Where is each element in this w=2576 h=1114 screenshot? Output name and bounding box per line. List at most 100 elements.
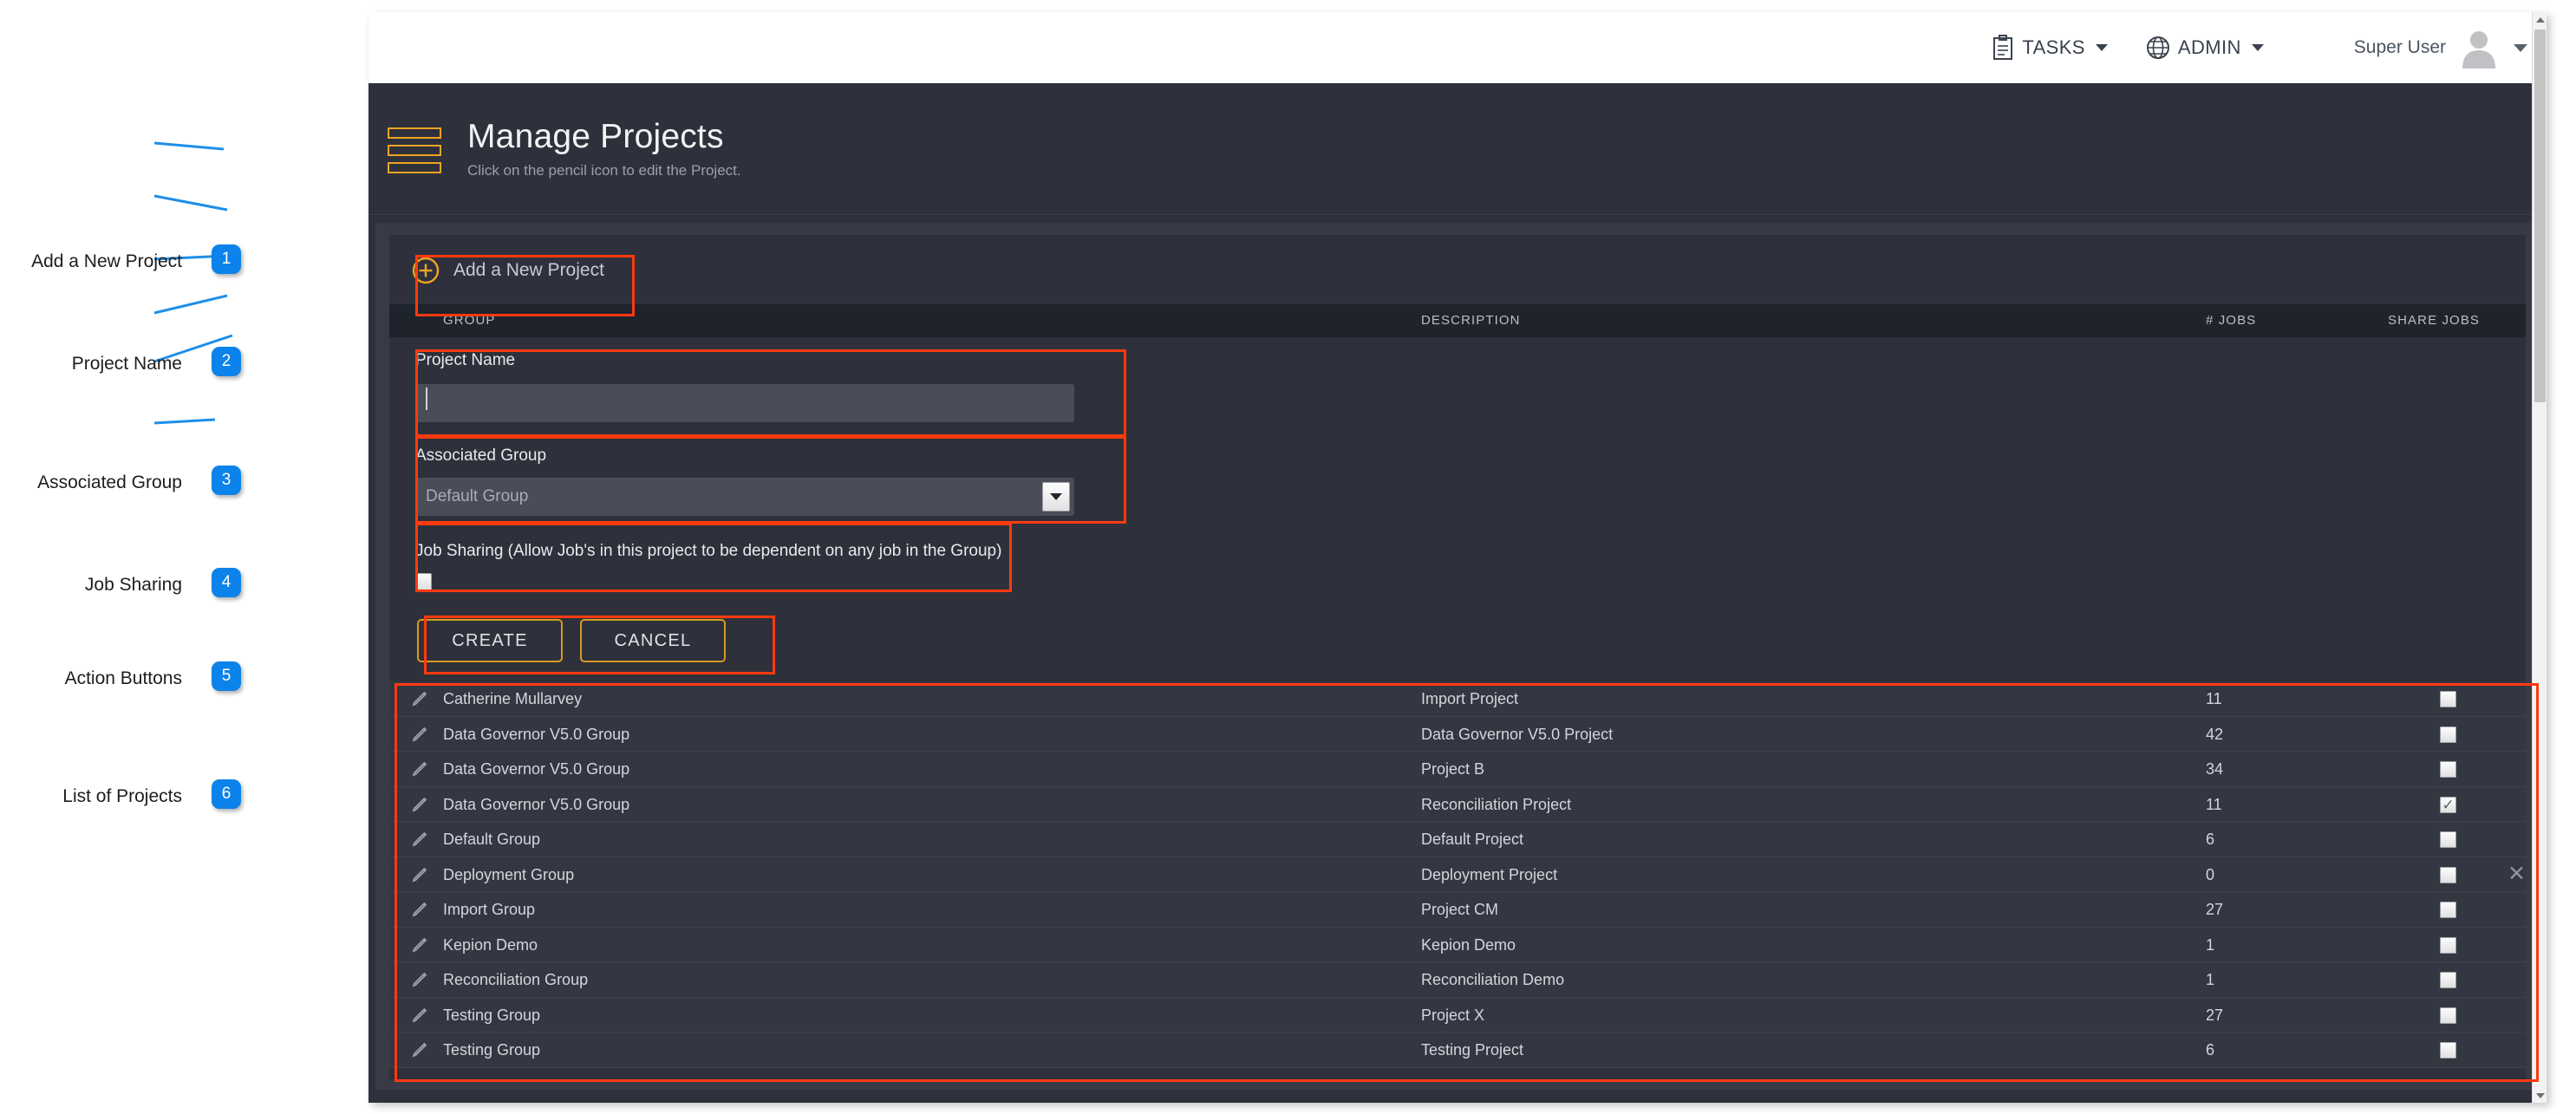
projects-panel: Add a New Project GROUP DESCRIPTION # JO… <box>389 235 2526 1079</box>
table-row[interactable]: Reconciliation Group Reconciliation Demo 1 <box>389 962 2526 998</box>
vertical-scrollbar[interactable] <box>2532 12 2547 1103</box>
share-jobs-checkbox[interactable] <box>2440 1042 2456 1059</box>
cell-jobs: 0 <box>2206 865 2215 883</box>
pencil-icon[interactable] <box>410 1006 429 1025</box>
add-new-project-button[interactable]: Add a New Project <box>396 239 630 302</box>
application-window: TASKS ADMIN Super User Manage Projects C… <box>368 12 2547 1103</box>
share-jobs-checkbox[interactable] <box>2440 902 2456 918</box>
cell-group: Catherine Mullarvey <box>443 690 583 707</box>
pencil-icon[interactable] <box>410 830 429 849</box>
user-menu[interactable]: Super User <box>2354 27 2527 68</box>
pencil-icon[interactable] <box>410 900 429 919</box>
scroll-down-arrow-icon[interactable] <box>2533 1088 2547 1103</box>
job-sharing-checkbox[interactable] <box>415 573 432 591</box>
table-row[interactable]: Testing Group Testing Project 6 <box>389 1033 2526 1068</box>
table-row[interactable]: Import Group Project CM 27 <box>389 892 2526 928</box>
associated-group-field-group: Associated Group Default Group <box>389 434 1087 530</box>
annotation-badge-2: 2 <box>212 347 241 376</box>
cell-jobs: 6 <box>2206 831 2215 848</box>
share-jobs-checkbox[interactable] <box>2440 866 2456 883</box>
cell-description: Project B <box>1421 760 1485 778</box>
cell-group: Data Governor V5.0 Group <box>443 760 630 778</box>
column-header-jobs: # JOBS <box>2206 313 2257 328</box>
cell-description: Project X <box>1421 1006 1485 1024</box>
add-new-project-label: Add a New Project <box>453 260 604 280</box>
pencil-icon[interactable] <box>410 970 429 989</box>
pencil-icon[interactable] <box>410 865 429 884</box>
cell-description: Data Governor V5.0 Project <box>1421 725 1614 743</box>
annotation-badge-5: 5 <box>212 661 241 691</box>
nav-item-admin-label: ADMIN <box>2177 36 2241 58</box>
job-sharing-label: Job Sharing (Allow Job's in this project… <box>415 542 1002 560</box>
nav-item-tasks-label: TASKS <box>2022 36 2085 58</box>
project-name-label: Project Name <box>415 351 516 369</box>
cell-jobs: 42 <box>2206 725 2224 743</box>
cell-jobs: 27 <box>2206 1006 2224 1024</box>
annotation-label-1: Add a New Project <box>31 251 182 271</box>
cell-group: Testing Group <box>443 1006 541 1024</box>
table-row[interactable]: Data Governor V5.0 Group Data Governor V5… <box>389 716 2526 752</box>
projects-table: Catherine Mullarvey Import Project 11 Data … <box>389 681 2526 1068</box>
pencil-icon[interactable] <box>410 725 429 744</box>
column-header-share-jobs: SHARE JOBS <box>2388 313 2481 328</box>
share-jobs-checkbox[interactable] <box>2440 761 2456 778</box>
nav-item-admin[interactable]: ADMIN <box>2146 36 2264 60</box>
cancel-button[interactable]: CANCEL <box>580 619 726 662</box>
chevron-down-icon[interactable] <box>1042 482 1070 511</box>
associated-group-select[interactable]: Default Group <box>415 478 1074 516</box>
table-row[interactable]: Default Group Default Project 6 <box>389 822 2526 857</box>
cell-group: Reconciliation Group <box>443 971 589 988</box>
cell-description: Reconciliation Project <box>1421 795 1572 813</box>
close-x-icon[interactable]: ✕ <box>2508 863 2528 885</box>
cell-group: Import Group <box>443 901 536 918</box>
cell-group: Data Governor V5.0 Group <box>443 725 630 743</box>
share-jobs-checkbox[interactable] <box>2440 1007 2456 1024</box>
annotation-label-5: Action Buttons <box>64 668 182 688</box>
chevron-down-icon <box>2095 44 2108 51</box>
share-jobs-checkbox[interactable] <box>2440 726 2456 743</box>
project-name-input[interactable] <box>415 384 1074 422</box>
share-jobs-checkbox[interactable] <box>2440 936 2456 954</box>
annotation-label-6: List of Projects <box>62 786 182 806</box>
share-jobs-checkbox[interactable] <box>2440 972 2456 988</box>
pencil-icon[interactable] <box>410 759 429 778</box>
nav-item-tasks[interactable]: TASKS <box>1992 35 2108 61</box>
chevron-down-icon[interactable] <box>2514 43 2527 52</box>
associated-group-label: Associated Group <box>415 446 547 465</box>
pencil-icon[interactable] <box>410 1040 429 1059</box>
create-button[interactable]: CREATE <box>417 619 563 662</box>
user-avatar-icon <box>2458 27 2500 68</box>
cell-jobs: 27 <box>2206 901 2224 918</box>
share-jobs-checkbox[interactable] <box>2440 691 2456 707</box>
table-row[interactable]: Deployment Group Deployment Project 0 ✕ <box>389 857 2528 892</box>
globe-icon <box>2146 36 2170 60</box>
table-row[interactable]: Catherine Mullarvey Import Project 11 <box>389 681 2526 717</box>
pencil-icon[interactable] <box>410 795 429 814</box>
table-row[interactable]: Data Governor V5.0 Group Project B 34 <box>389 752 2526 787</box>
share-jobs-checkbox[interactable] <box>2440 831 2456 848</box>
pencil-icon[interactable] <box>410 935 429 954</box>
scroll-up-arrow-icon[interactable] <box>2533 12 2547 27</box>
project-name-field-group: Project Name <box>389 337 1087 434</box>
page-header: Manage Projects Click on the pencil icon… <box>368 83 2547 215</box>
screenshot-root: TASKS ADMIN Super User Manage Projects C… <box>0 0 2576 1114</box>
share-jobs-checkbox[interactable] <box>2440 796 2456 813</box>
table-row[interactable]: Data Governor V5.0 Group Reconciliation P… <box>389 786 2526 822</box>
annotation-badge-4: 4 <box>212 568 241 597</box>
cell-jobs: 11 <box>2206 690 2222 707</box>
annotation-label-3: Associated Group <box>37 472 182 492</box>
hamburger-icon[interactable] <box>388 124 441 178</box>
text-cursor <box>426 388 427 410</box>
page-title: Manage Projects <box>467 118 724 155</box>
annotation-label-2: Project Name <box>71 354 182 374</box>
user-name-label: Super User <box>2353 37 2446 57</box>
circle-plus-icon <box>412 257 440 284</box>
scrollbar-thumb[interactable] <box>2534 29 2546 402</box>
cell-description: Project CM <box>1421 901 1499 918</box>
table-row[interactable]: Testing Group Project X 27 <box>389 997 2526 1033</box>
pencil-icon[interactable] <box>410 689 429 708</box>
column-header-group: GROUP <box>443 313 496 328</box>
table-row[interactable]: Kepion Demo Kepion Demo 1 <box>389 927 2526 962</box>
cell-jobs: 1 <box>2206 935 2215 954</box>
cell-group: Testing Group <box>443 1041 541 1059</box>
